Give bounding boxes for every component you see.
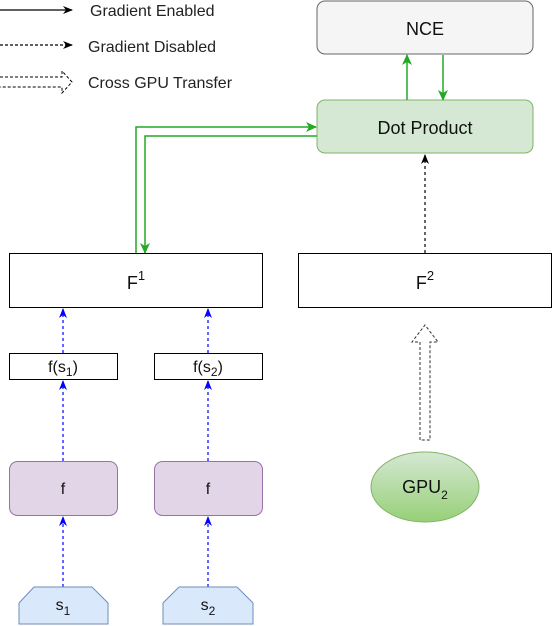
f-encoder-2: f [154,461,263,516]
f2-node: F2 [298,253,552,308]
hollow-dotted-arrow-icon [0,69,73,95]
legend-item-gradient-disabled: Gradient Disabled [0,39,216,56]
dot-product-label: Dot Product [377,118,472,138]
dot-product-node: Dot Product [316,99,534,154]
f-encoder-1: f [9,461,118,516]
s2-input: s2 [162,586,254,625]
dot-to-f1-arrow [140,135,317,254]
f1-to-dot-arrow [135,122,317,253]
cross-gpu-transfer-arrow [410,324,440,441]
fs1-node: f(s1) [9,353,118,380]
f-encoder-label: f [61,481,66,498]
legend-label: Gradient Enabled [90,3,215,20]
f1-node: F1 [9,253,263,308]
s1-input: s1 [18,586,109,625]
fs2-node: f(s2) [154,353,263,380]
legend-item-gradient-enabled: Gradient Enabled [0,3,215,20]
nce-node: NCE [316,0,534,55]
legend: Gradient Enabled Gradient Disabled Cross… [0,3,233,95]
nce-label: NCE [406,19,444,39]
diagram-canvas: Gradient Enabled Gradient Disabled Cross… [0,0,552,625]
legend-item-cross-gpu-transfer: Cross GPU Transfer [0,69,233,95]
legend-label: Cross GPU Transfer [88,75,233,92]
gpu2-node: GPU2 [370,451,480,523]
legend-label: Gradient Disabled [88,39,216,56]
f-encoder-label: f [206,481,211,498]
